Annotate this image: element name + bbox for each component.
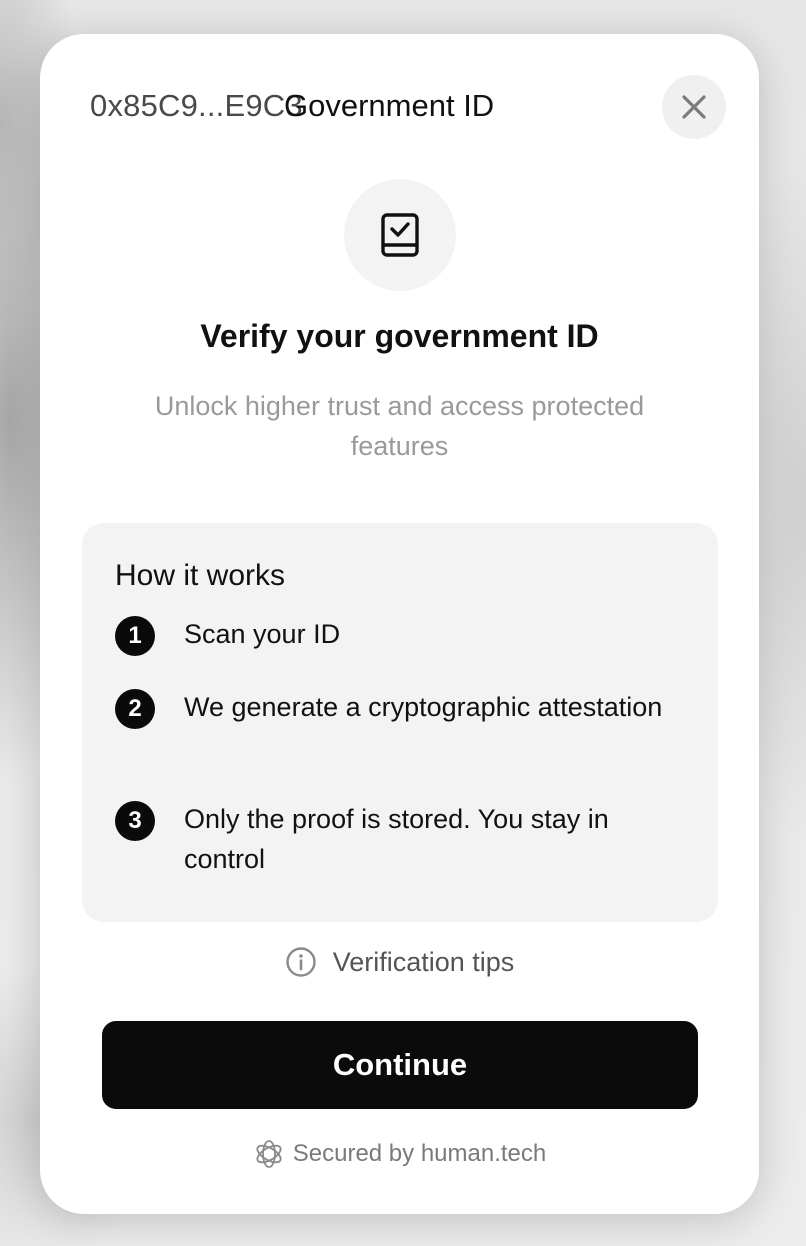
step-text: We generate a cryptographic attestation (184, 692, 663, 722)
verification-tips-link[interactable]: Verification tips (40, 946, 759, 978)
step-text: Scan your ID (184, 619, 341, 649)
step-number-badge: 3 (115, 801, 155, 841)
hero-icon-container (344, 179, 456, 291)
continue-button[interactable]: Continue (102, 1021, 698, 1109)
modal-title: Government ID (284, 88, 495, 123)
close-button[interactable] (662, 75, 726, 139)
wallet-address: 0x85C9...E9C3 (90, 88, 303, 123)
close-icon (682, 95, 706, 119)
human-tech-logo-icon (256, 1140, 282, 1168)
verification-tips-label: Verification tips (332, 946, 515, 977)
secured-by-footer: Secured by human.tech (40, 1138, 759, 1170)
how-it-works-card: How it works 1 Scan your ID 2 We generat… (82, 523, 718, 922)
page-heading: Verify your government ID (200, 318, 599, 354)
how-it-works-title: How it works (115, 559, 286, 592)
step-number-badge: 2 (115, 689, 155, 729)
id-card-check-icon (381, 213, 419, 257)
step-text: Only the proof is stored. You stay in co… (184, 804, 609, 874)
modal-header: 0x85C9...E9C3 Government ID (40, 34, 759, 184)
secured-by-label: Secured by human.tech (292, 1140, 547, 1167)
verification-modal: 0x85C9...E9C3 Government ID Verify your … (40, 34, 759, 1214)
step-number-badge: 1 (115, 616, 155, 656)
page-subheading: Unlock higher trust and access protected… (154, 391, 645, 461)
info-icon (286, 947, 316, 977)
